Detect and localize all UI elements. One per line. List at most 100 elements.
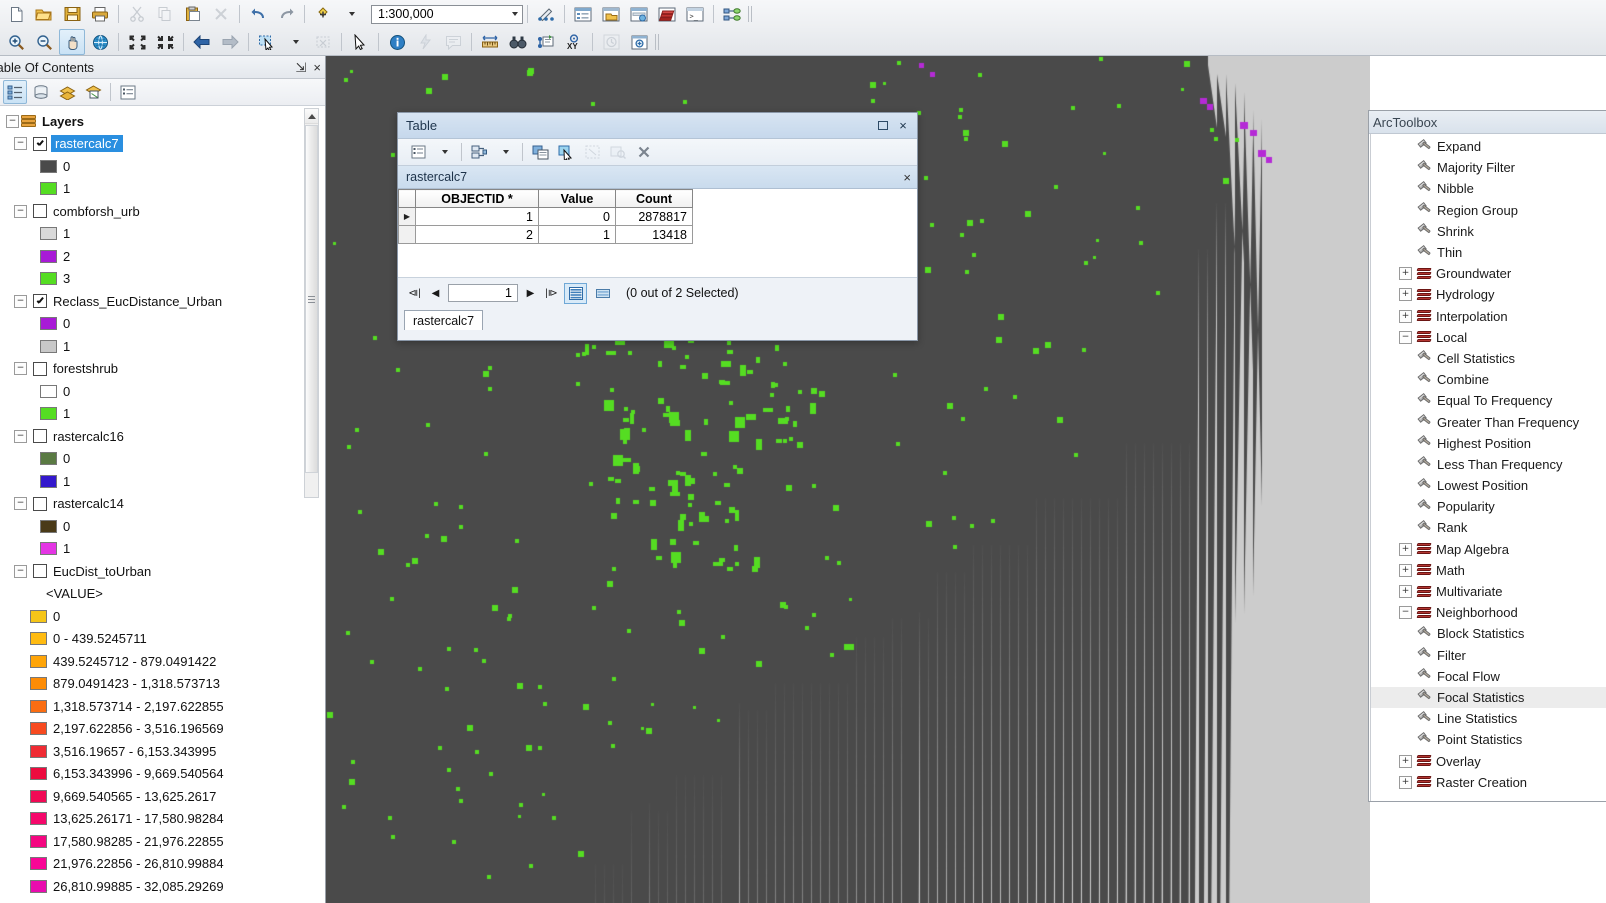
eucdist-class-row[interactable]: 26,810.99885 - 32,085.29269 bbox=[0, 875, 325, 898]
expander-icon[interactable]: − bbox=[14, 362, 27, 376]
cell-count[interactable]: 13418 bbox=[615, 225, 693, 244]
undo-icon[interactable] bbox=[245, 1, 271, 27]
layer-visibility-checkbox[interactable] bbox=[33, 429, 47, 444]
toc-layer-rastercalc16[interactable]: − rastercalc16 bbox=[0, 425, 325, 448]
layer-visibility-checkbox[interactable] bbox=[33, 496, 47, 511]
toc-layer-forestshrub[interactable]: − forestshrub bbox=[0, 358, 325, 381]
add-data-icon[interactable] bbox=[310, 1, 336, 27]
fixed-zoom-out-icon[interactable] bbox=[152, 29, 178, 55]
identify-icon[interactable] bbox=[384, 29, 410, 55]
layer-symbol-row[interactable]: 1 bbox=[0, 335, 325, 358]
toc-scrollbar[interactable] bbox=[304, 108, 319, 498]
layer-symbol-row[interactable]: 0 bbox=[0, 448, 325, 471]
select-elements-icon[interactable] bbox=[347, 29, 373, 55]
symbol-swatch[interactable] bbox=[30, 857, 47, 871]
previous-record-button[interactable]: ◀ bbox=[427, 285, 444, 302]
layer-symbol-row[interactable]: 0 bbox=[0, 515, 325, 538]
pan-icon[interactable] bbox=[59, 29, 85, 55]
new-map-icon[interactable] bbox=[3, 1, 29, 27]
layer-visibility-checkbox[interactable] bbox=[33, 294, 47, 309]
symbol-swatch[interactable] bbox=[40, 384, 57, 398]
show-all-records-button[interactable] bbox=[564, 282, 587, 304]
toc-layer-combforsh_urb[interactable]: − combforsh_urb bbox=[0, 200, 325, 223]
toc-layer-rastercalc7[interactable]: − rastercalc7 bbox=[0, 133, 325, 156]
symbol-swatch[interactable] bbox=[30, 789, 47, 803]
current-record-input[interactable]: 1 bbox=[448, 284, 518, 302]
symbol-swatch[interactable] bbox=[40, 249, 57, 263]
symbol-swatch[interactable] bbox=[40, 339, 57, 353]
toolbar-grip[interactable] bbox=[748, 6, 754, 22]
toc-root-layers[interactable]: − Layers bbox=[0, 110, 325, 133]
related-tables-dropdown[interactable] bbox=[493, 140, 517, 164]
layer-visibility-checkbox[interactable] bbox=[33, 136, 47, 151]
toolbox-item-nibble[interactable]: Nibble bbox=[1371, 178, 1606, 199]
toolbox-item-expand[interactable]: Expand bbox=[1371, 136, 1606, 157]
cell-objectid[interactable]: 2 bbox=[415, 225, 539, 244]
toolbox-item-rank[interactable]: Rank bbox=[1371, 517, 1606, 538]
row-selector-cell[interactable] bbox=[398, 225, 416, 244]
expander-icon[interactable]: − bbox=[14, 429, 27, 443]
toolbox-item-focal-flow[interactable]: Focal Flow bbox=[1371, 666, 1606, 687]
expander-icon[interactable]: − bbox=[1399, 330, 1412, 344]
layer-visibility-checkbox[interactable] bbox=[33, 564, 47, 579]
add-data-dropdown[interactable] bbox=[338, 1, 364, 27]
column-header-objectid[interactable]: OBJECTID * bbox=[415, 189, 539, 208]
attribute-grid[interactable]: OBJECTID * Value Count ▶ 1 0 2878817 2 1 13418 bbox=[398, 189, 917, 278]
toolbox-item-greater-than-frequency[interactable]: Greater Than Frequency bbox=[1371, 411, 1606, 432]
scroll-up-button[interactable] bbox=[305, 109, 318, 124]
toolbox-item-point-statistics[interactable]: Point Statistics bbox=[1371, 729, 1606, 750]
auto-hide-pin-icon[interactable]: ⇲ bbox=[296, 61, 307, 74]
find-icon[interactable] bbox=[505, 29, 531, 55]
maximize-button[interactable] bbox=[873, 117, 893, 135]
layer-symbol-row[interactable]: 0 bbox=[0, 313, 325, 336]
layer-symbol-row[interactable]: 0 bbox=[0, 380, 325, 403]
go-back-extent-icon[interactable] bbox=[189, 29, 215, 55]
symbol-swatch[interactable] bbox=[30, 722, 47, 736]
expander-icon[interactable]: − bbox=[14, 137, 27, 151]
toolbox-item-block-statistics[interactable]: Block Statistics bbox=[1371, 623, 1606, 644]
cell-value[interactable]: 0 bbox=[538, 207, 616, 226]
scrollbar-thumb[interactable] bbox=[305, 125, 318, 473]
symbol-swatch[interactable] bbox=[30, 834, 47, 848]
layer-symbol-row[interactable]: 3 bbox=[0, 268, 325, 291]
toolbox-item-raster-creation[interactable]: + Raster Creation bbox=[1371, 772, 1606, 793]
toolbox-item-shrink[interactable]: Shrink bbox=[1371, 221, 1606, 242]
find-route-icon[interactable] bbox=[533, 29, 559, 55]
symbol-swatch[interactable] bbox=[30, 677, 47, 691]
table-row[interactable]: 2 1 13418 bbox=[398, 225, 693, 244]
zoom-to-selected-icon[interactable] bbox=[606, 140, 630, 164]
toolbox-item-overlay[interactable]: + Overlay bbox=[1371, 750, 1606, 771]
zoom-in-icon[interactable] bbox=[3, 29, 29, 55]
eucdist-class-row[interactable]: 879.0491423 - 1,318.573713 bbox=[0, 673, 325, 696]
move-field-icon[interactable] bbox=[528, 140, 552, 164]
symbol-swatch[interactable] bbox=[30, 767, 47, 781]
toolbar-grip[interactable] bbox=[655, 34, 661, 50]
close-button[interactable]: × bbox=[893, 117, 913, 135]
toolbox-item-line-statistics[interactable]: Line Statistics bbox=[1371, 708, 1606, 729]
table-tab-bar[interactable]: rastercalc7 × bbox=[398, 166, 917, 189]
print-map-icon[interactable] bbox=[87, 1, 113, 27]
catalog-window-icon[interactable] bbox=[598, 1, 624, 27]
copy-icon[interactable] bbox=[152, 1, 178, 27]
select-features-icon[interactable] bbox=[254, 29, 280, 55]
toolbox-item-less-than-frequency[interactable]: Less Than Frequency bbox=[1371, 454, 1606, 475]
toolbox-item-thin[interactable]: Thin bbox=[1371, 242, 1606, 263]
editor-toolbar-icon[interactable] bbox=[533, 1, 559, 27]
cell-value[interactable]: 1 bbox=[538, 225, 616, 244]
symbol-swatch[interactable] bbox=[30, 812, 47, 826]
symbol-swatch[interactable] bbox=[40, 474, 57, 488]
next-record-button[interactable]: ▶ bbox=[522, 285, 539, 302]
expander-icon[interactable]: − bbox=[14, 204, 27, 218]
clear-selection-icon[interactable] bbox=[310, 29, 336, 55]
toolbox-item-map-algebra[interactable]: + Map Algebra bbox=[1371, 539, 1606, 560]
list-by-visibility-icon[interactable] bbox=[55, 80, 79, 104]
show-selected-records-button[interactable] bbox=[591, 283, 614, 304]
cell-count[interactable]: 2878817 bbox=[615, 207, 693, 226]
table-options-dropdown[interactable] bbox=[432, 140, 456, 164]
clear-selection-icon[interactable] bbox=[632, 140, 656, 164]
fixed-zoom-in-icon[interactable] bbox=[124, 29, 150, 55]
layer-symbol-row[interactable]: 1 bbox=[0, 470, 325, 493]
expander-icon[interactable]: + bbox=[1399, 775, 1412, 789]
toc-layer-Reclass_EucDistance_Urban[interactable]: − Reclass_EucDistance_Urban bbox=[0, 290, 325, 313]
cell-objectid[interactable]: 1 bbox=[415, 207, 539, 226]
